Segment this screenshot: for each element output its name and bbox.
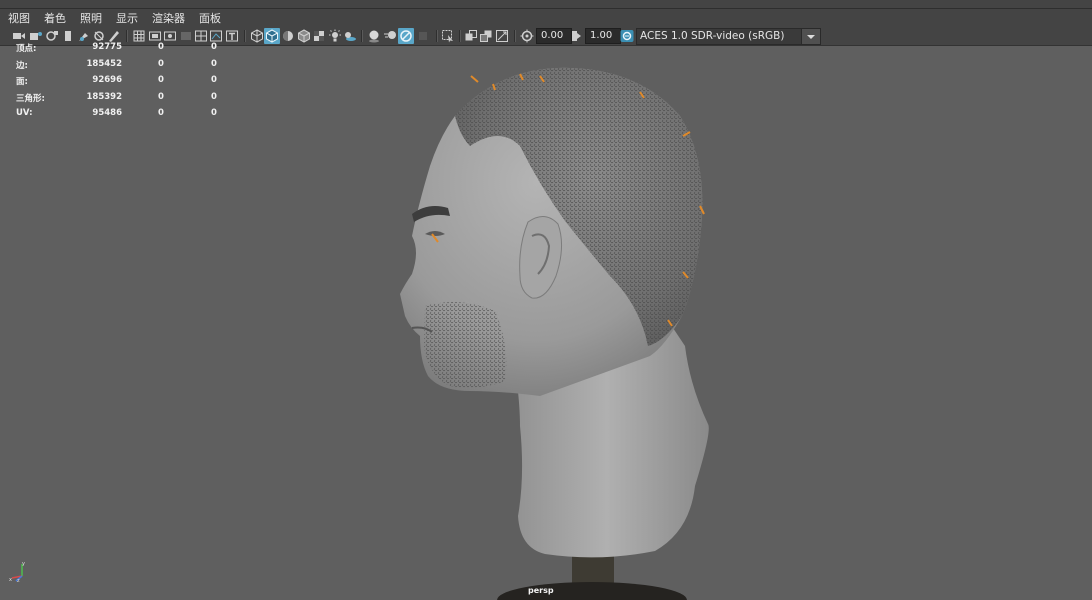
smooth-shade-button[interactable] <box>264 28 280 44</box>
pencil-icon[interactable] <box>107 29 121 43</box>
menu-shading[interactable]: 着色 <box>36 10 72 26</box>
menu-renderer[interactable]: 渲染器 <box>144 10 191 26</box>
poly-count-hud: 顶点: 92775 0 0 边: 185452 0 0 面: 92696 0 0… <box>16 42 236 125</box>
hud-sub: 0 <box>211 42 217 52</box>
hud-total: 92696 <box>92 75 122 85</box>
depth-of-field-icon[interactable] <box>416 29 430 43</box>
motion-blur-icon[interactable] <box>383 29 397 43</box>
gamma-icon[interactable] <box>569 29 583 43</box>
hud-label: 三角形: <box>16 93 45 104</box>
toolbar-separator <box>244 30 246 42</box>
resolution-gate-icon[interactable] <box>163 29 177 43</box>
axis-z-label: z <box>17 578 20 582</box>
hud-label: 顶点: <box>16 44 37 54</box>
select-camera-icon[interactable] <box>12 29 26 43</box>
menu-view[interactable]: 视图 <box>0 10 36 26</box>
hud-sub: 0 <box>211 91 217 102</box>
toolbar-separator <box>459 30 461 42</box>
gamma-field[interactable]: 1.00 <box>585 28 621 44</box>
exposure-icon[interactable] <box>520 29 534 43</box>
hud-sub: 0 <box>211 108 217 118</box>
grid-icon[interactable] <box>132 29 146 43</box>
menu-show[interactable]: 显示 <box>108 10 144 26</box>
two-d-pan-zoom-icon[interactable] <box>77 29 91 43</box>
chevron-down-icon[interactable] <box>801 29 820 44</box>
hud-label: 面: <box>16 77 28 87</box>
beard-stubble <box>424 302 507 388</box>
hud-row-triangles: 三角形: 185392 0 0 <box>16 92 236 109</box>
toolbar-separator <box>126 30 128 42</box>
hud-selected: 0 <box>158 75 164 85</box>
textured-icon[interactable] <box>312 29 326 43</box>
grease-pencil-icon[interactable] <box>92 29 106 43</box>
anti-aliasing-button[interactable] <box>398 28 414 44</box>
panel-menu-bar: 视图 着色 照明 显示 渲染器 面板 <box>0 9 1092 27</box>
head-bust-model <box>400 67 709 600</box>
axis-y-label: y <box>22 561 25 567</box>
hud-total: 185452 <box>86 58 123 69</box>
view-transform-value: ACES 1.0 SDR-video (sRGB) <box>640 30 785 42</box>
hud-sub: 0 <box>211 75 217 85</box>
ambient-occlusion-icon[interactable] <box>367 29 381 43</box>
xray-icon[interactable] <box>464 29 478 43</box>
view-transform-dropdown[interactable]: ACES 1.0 SDR-video (sRGB) <box>636 28 821 45</box>
bookmarks-icon[interactable] <box>45 29 59 43</box>
hud-selected: 0 <box>158 58 164 69</box>
hud-total: 95486 <box>92 108 122 118</box>
isolate-select-icon[interactable] <box>441 29 455 43</box>
default-material-icon[interactable] <box>281 29 295 43</box>
stand-base <box>497 582 687 600</box>
hud-row-faces: 面: 92696 0 0 <box>16 75 236 92</box>
field-chart-icon[interactable] <box>194 29 208 43</box>
hud-row-vertices: 顶点: 92775 0 0 <box>16 42 236 59</box>
shadows-icon[interactable] <box>343 29 357 43</box>
hud-label: UV: <box>16 108 33 118</box>
safe-title-icon[interactable] <box>225 29 239 43</box>
image-plane-icon[interactable] <box>62 29 76 43</box>
toolbar-separator <box>361 30 363 42</box>
hud-selected: 0 <box>158 108 164 118</box>
hud-sub: 0 <box>211 58 217 69</box>
exposure-field[interactable]: 0.00 <box>536 28 572 44</box>
gate-mask-icon[interactable] <box>179 29 193 43</box>
xray-active-components-icon[interactable] <box>479 29 493 43</box>
hud-total: 92775 <box>92 42 122 52</box>
hud-selected: 0 <box>158 42 164 52</box>
axis-x-label: x <box>9 577 12 582</box>
window-top-strip <box>0 0 1092 9</box>
toolbar-separator <box>436 30 438 42</box>
hud-label: 边: <box>16 60 28 71</box>
camera-name-label: persp <box>528 586 554 595</box>
view-axis-gizmo: y x z <box>9 561 25 582</box>
safe-action-icon[interactable] <box>209 29 223 43</box>
anti-aliasing-icon <box>400 30 412 42</box>
camera-attributes-icon[interactable] <box>29 29 43 43</box>
hud-total: 185392 <box>86 91 123 102</box>
menu-panels[interactable]: 面板 <box>191 10 227 26</box>
hud-selected: 0 <box>158 91 164 102</box>
xray-joints-icon[interactable] <box>495 29 509 43</box>
toolbar-separator <box>514 30 516 42</box>
film-gate-icon[interactable] <box>148 29 162 43</box>
smooth-shade-icon <box>266 29 278 43</box>
hud-row-uvs: UV: 95486 0 0 <box>16 108 236 125</box>
use-all-lights-icon[interactable] <box>328 29 342 43</box>
wireframe-on-shaded-icon[interactable] <box>297 29 311 43</box>
wireframe-icon[interactable] <box>250 29 264 43</box>
color-management-icon <box>620 30 633 42</box>
view-transform-toggle[interactable] <box>619 28 634 44</box>
hud-row-edges: 边: 185452 0 0 <box>16 59 236 76</box>
menu-lighting[interactable]: 照明 <box>72 10 108 26</box>
